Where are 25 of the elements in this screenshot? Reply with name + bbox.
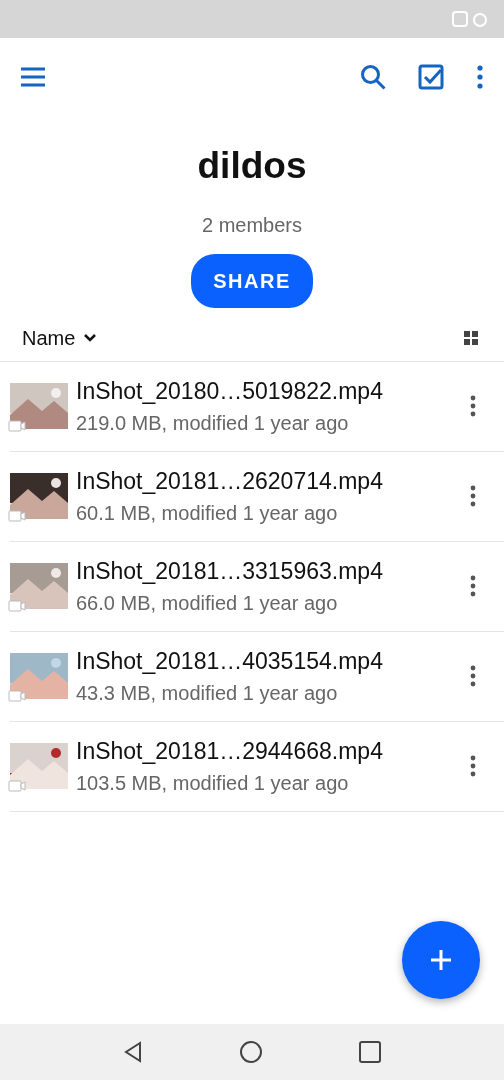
- video-icon: [8, 419, 26, 433]
- member-count: 2 members: [202, 212, 302, 238]
- home-icon[interactable]: [239, 1040, 263, 1064]
- recents-icon[interactable]: [359, 1041, 381, 1063]
- add-button[interactable]: [402, 921, 480, 999]
- caret-icon: [83, 333, 98, 343]
- back-icon[interactable]: [123, 1041, 143, 1063]
- video-icon: [8, 509, 26, 523]
- file-details: 103.5 MB, modified 1 year ago: [76, 771, 350, 797]
- file-name[interactable]: InShot_20181…4035154.mp4: [76, 643, 466, 679]
- file-name[interactable]: InShot_20180…5019822.mp4: [76, 373, 466, 409]
- file-details: 60.1 MB, modified 1 year ago: [76, 501, 339, 527]
- file-name[interactable]: InShot_20181…2620714.mp4: [76, 463, 466, 499]
- file-details: 43.3 MB, modified 1 year ago: [76, 681, 339, 707]
- plus-icon: [430, 949, 452, 971]
- file-name[interactable]: InShot_20181…3315963.mp4: [76, 553, 466, 589]
- sort-dropdown[interactable]: Name: [22, 323, 98, 353]
- video-icon: [8, 779, 26, 793]
- folder-title: dildos: [197, 144, 307, 188]
- share-button[interactable]: SHARE: [191, 253, 313, 308]
- file-details: 66.0 MB, modified 1 year ago: [76, 591, 339, 617]
- video-icon: [8, 599, 26, 613]
- file-details: 219.0 MB, modified 1 year ago: [76, 411, 350, 437]
- video-icon: [8, 689, 26, 703]
- file-name[interactable]: InShot_20181…2944668.mp4: [76, 733, 466, 769]
